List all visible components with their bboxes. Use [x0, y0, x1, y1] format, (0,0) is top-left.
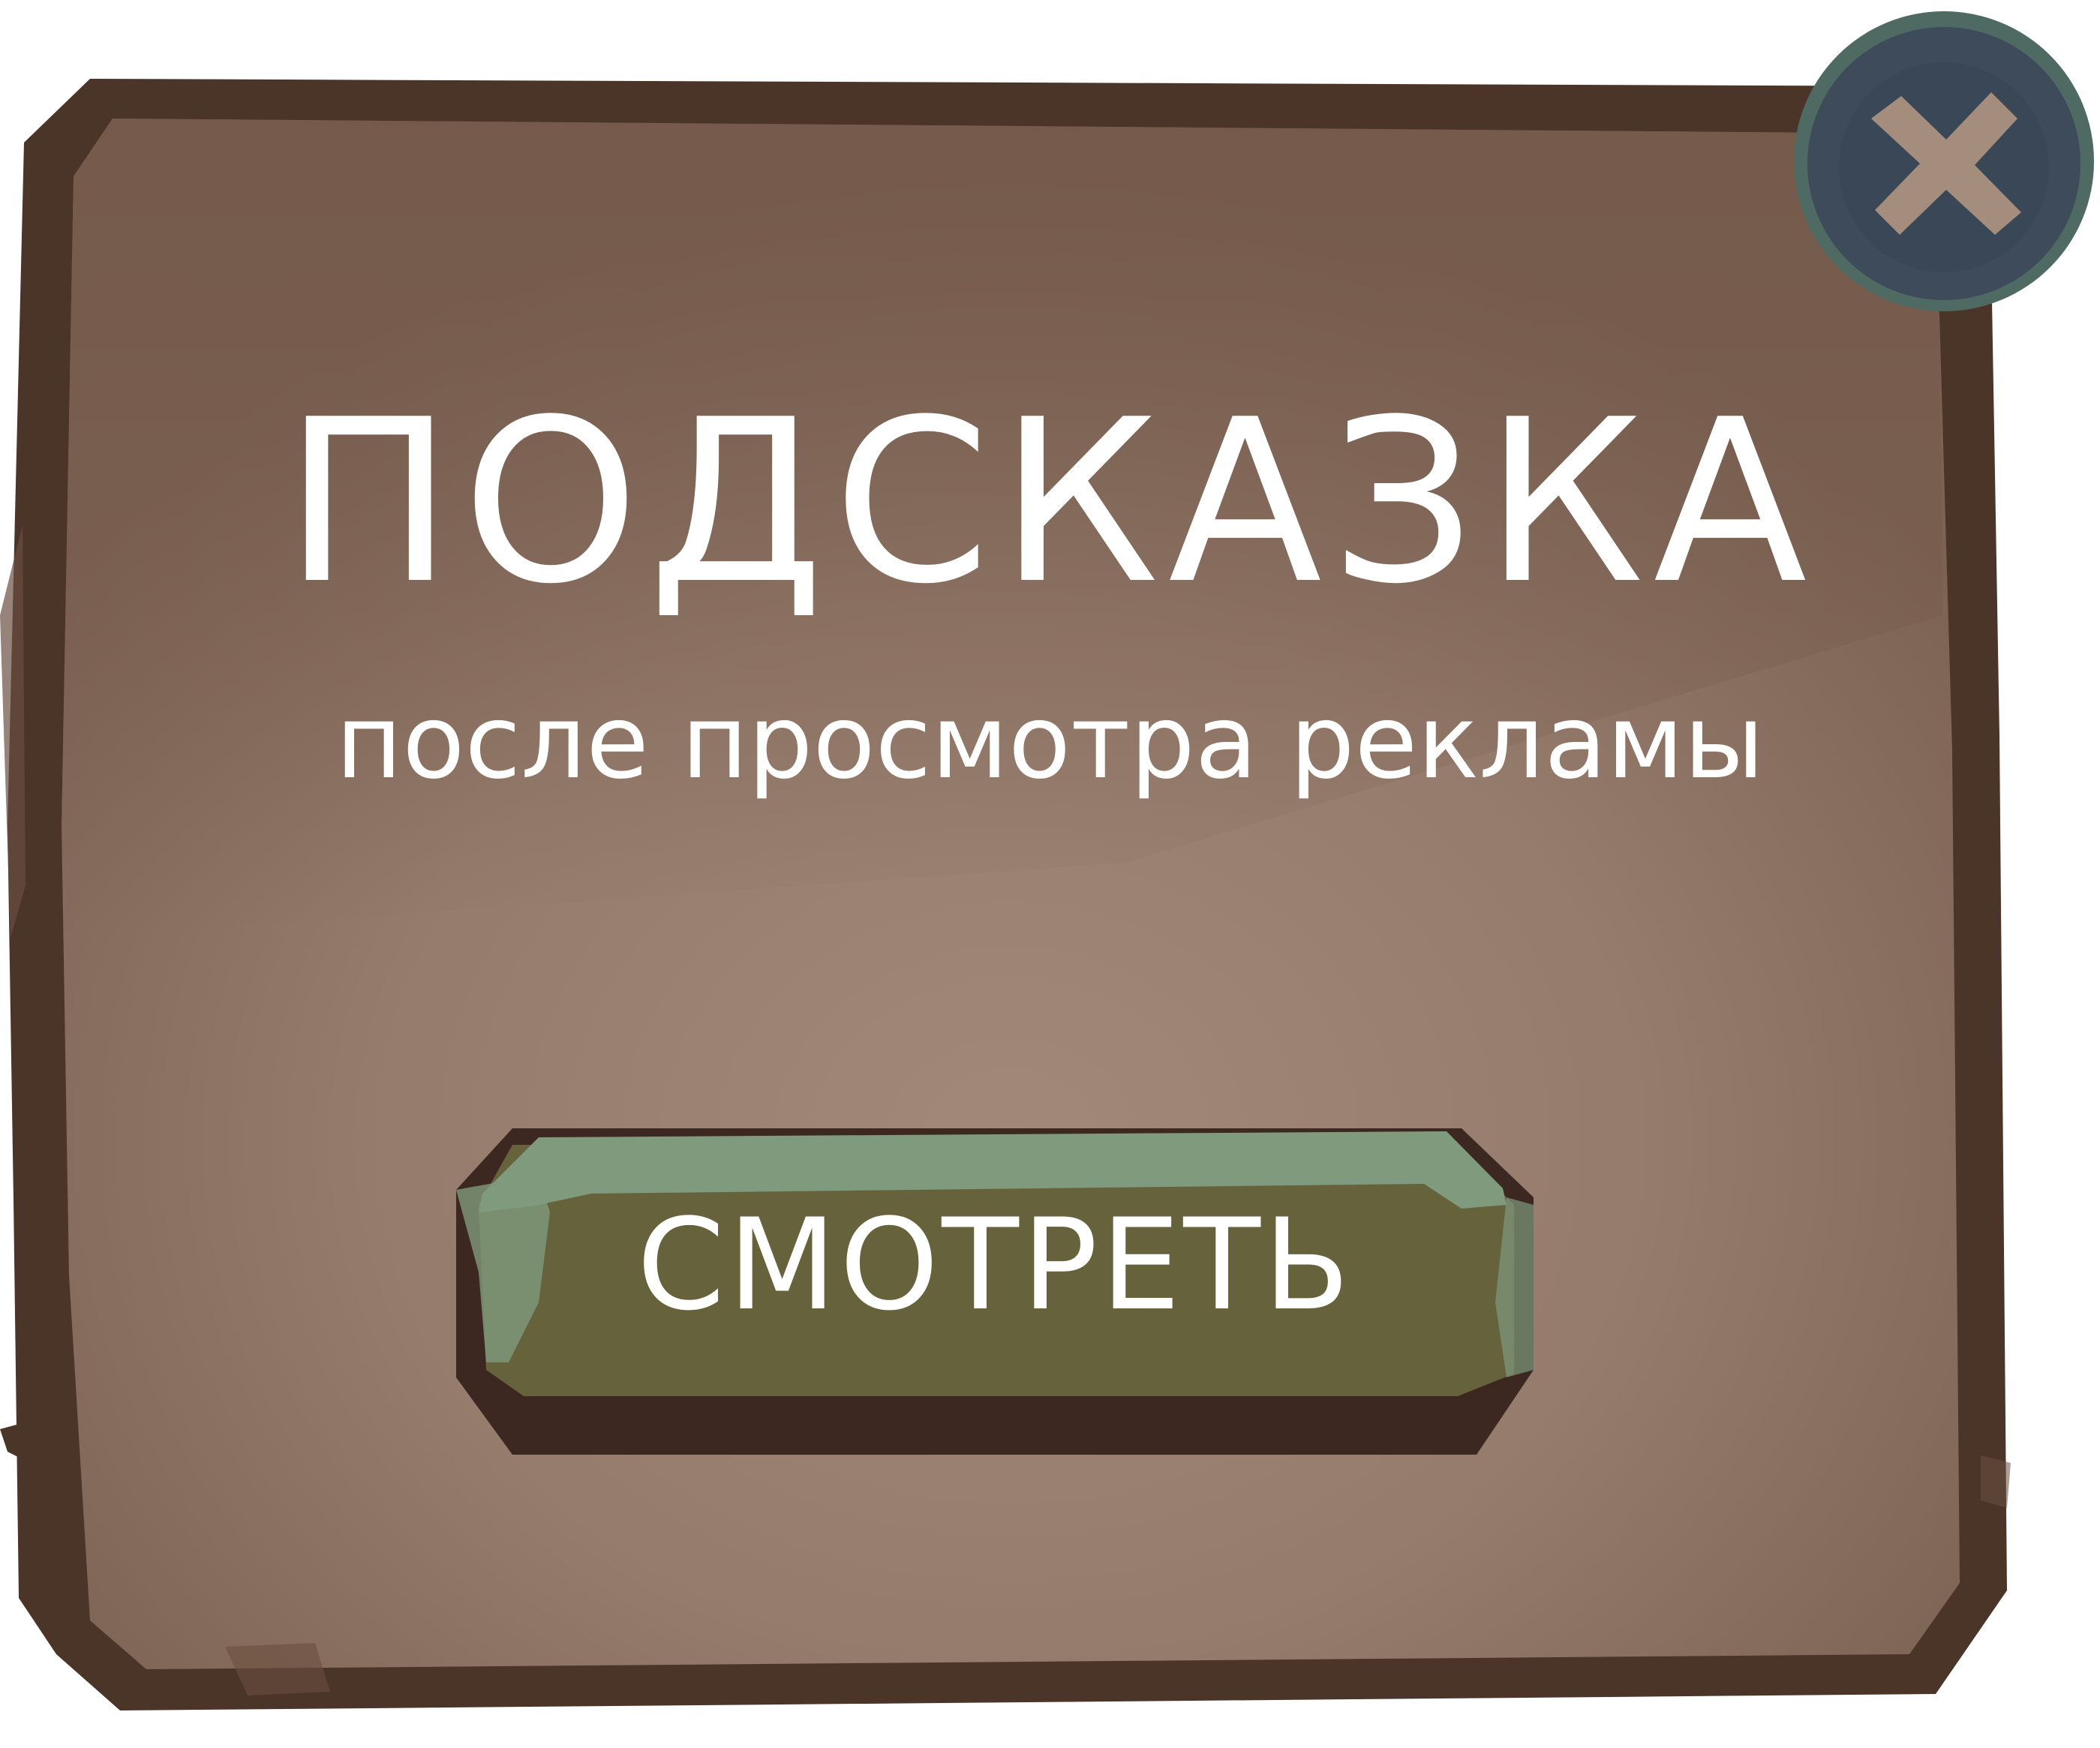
hint-dialog-panel	[0, 79, 2011, 1710]
dialog-subtitle: после просмотра рекламы	[335, 683, 1765, 802]
panel-edge-accent	[1981, 1455, 2011, 1508]
hint-dialog-screen: ПОДСКАЗКА после просмотра рекламы СМОТРЕ…	[0, 0, 2100, 1748]
close-button[interactable]	[1789, 6, 2099, 317]
watch-button-label: СМОТРЕТЬ	[636, 1191, 1353, 1338]
close-icon	[1794, 11, 2094, 311]
dialog-title: ПОДСКАЗКА	[284, 371, 1816, 633]
watch-ad-button[interactable]: СМОТРЕТЬ	[456, 1122, 1534, 1455]
